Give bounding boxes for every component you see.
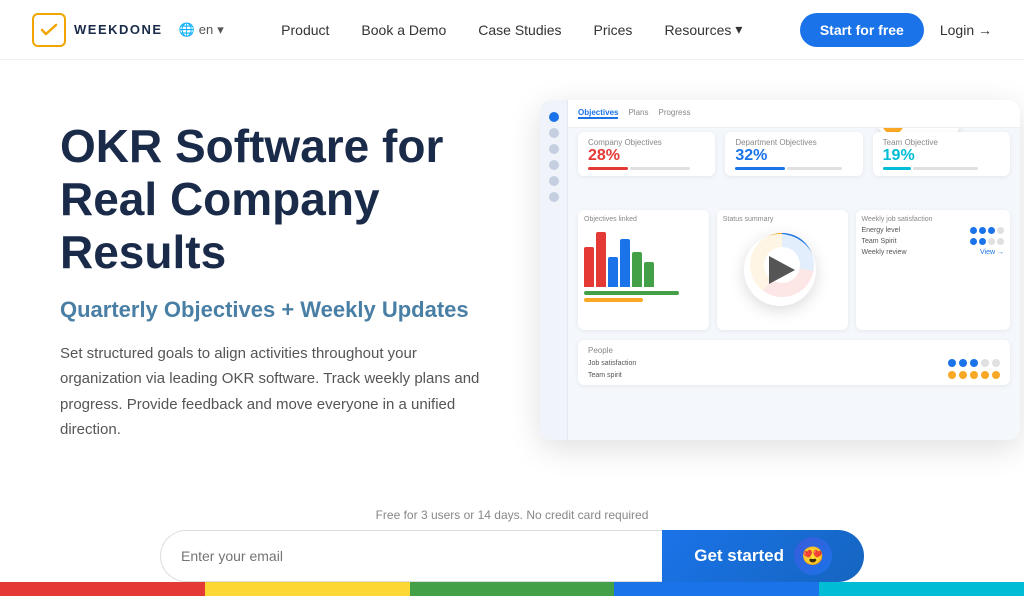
sidebar-dot-2 [549,128,559,138]
navbar: WEEKDONE 🌐 en ▾ Product Book a Demo Case… [0,0,1024,60]
color-cyan [819,582,1024,596]
get-started-label: Get started [694,546,784,566]
sidebar-dot-6 [549,192,559,202]
logo-text: WEEKDONE [74,22,163,37]
dashboard-tabs: Objectives Plans Progress [578,108,691,119]
dashboard-preview: R Rachael Objectives Plans Progress [540,100,1020,440]
nav-right: Start for free Login → [800,13,992,47]
play-icon [769,256,795,284]
nav-product[interactable]: Product [281,22,329,38]
sidebar-dot-3 [549,144,559,154]
email-input[interactable] [160,530,662,582]
globe-icon: 🌐 [179,22,195,38]
hero-left: OKR Software for Real Company Results Qu… [60,110,500,443]
logo-svg [40,21,58,39]
energy-label: Energy level [862,227,901,234]
play-button[interactable] [744,234,816,306]
login-button[interactable]: Login → [940,22,992,38]
resources-chevron-icon: ▾ [735,21,742,38]
cta-bar: Get started 😍 [0,530,1024,582]
metric-dept-label: Department Objectives [735,138,852,147]
people-rows: Job satisfaction Team spi [588,359,1000,379]
status-label: Status summary [723,216,774,223]
people-panel: People Job satisfaction [578,340,1010,385]
logo[interactable]: WEEKDONE [32,13,163,47]
row-team-spirit: Team spirit [588,371,1000,379]
satisfaction-rows: Energy level Team Spirit [862,227,1005,256]
metric-department: Department Objectives 32% [725,132,862,176]
cta-hint: Free for 3 users or 14 days. No credit c… [0,508,1024,522]
nav-left: WEEKDONE 🌐 en ▾ [32,13,224,47]
tab-plans: Plans [628,108,648,119]
tab-objectives: Objectives [578,108,618,119]
nav-links: Product Book a Demo Case Studies Prices … [281,21,742,38]
metric-team-bar [883,167,1000,170]
metric-company-value: 28% [588,147,705,165]
emoji-badge: 😍 [794,537,832,575]
satisfaction-label: Weekly job satisfaction [862,216,1005,223]
energy-dots [970,227,1004,234]
metric-dept-value: 32% [735,147,852,165]
satisfaction-panel: Weekly job satisfaction Energy level [856,210,1011,330]
logo-icon [32,13,66,47]
dashboard-sidebar [540,100,568,440]
objectives-chart [584,227,703,287]
hero-right: R Rachael Objectives Plans Progress [540,110,1020,440]
hero-title: OKR Software for Real Company Results [60,120,500,279]
emoji: 😍 [802,546,824,567]
get-started-button[interactable]: Get started 😍 [662,530,864,582]
tab-progress: Progress [658,108,690,119]
nav-resources[interactable]: Resources ▾ [664,21,742,38]
sidebar-dot-1 [549,112,559,122]
metric-company-label: Company Objectives [588,138,705,147]
row-review: Weekly review View → [862,249,1005,256]
metric-team-label: Team Objective [883,138,1000,147]
progress-bars [584,291,703,302]
color-green [410,582,615,596]
nav-case-studies[interactable]: Case Studies [478,22,561,38]
metric-company: Company Objectives 28% [578,132,715,176]
color-red [0,582,205,596]
people-section: People Job satisfaction [578,340,1010,385]
metric-team-value: 19% [883,147,1000,165]
spirit-label: Team Spirit [862,238,897,245]
dashboard-topbar: Objectives Plans Progress [568,100,1020,128]
sidebar-dot-5 [549,176,559,186]
review-label: Weekly review [862,249,907,256]
chevron-down-icon: ▾ [217,22,224,38]
objectives-label: Objectives linked [584,216,703,223]
language-selector[interactable]: 🌐 en ▾ [179,22,224,38]
start-for-free-button[interactable]: Start for free [800,13,924,47]
cta-section: Free for 3 users or 14 days. No credit c… [0,508,1024,596]
metrics-row: Company Objectives 28% Department Object… [578,132,1010,176]
color-blocks [0,582,1024,596]
objectives-panel: Objectives linked [578,210,709,330]
row-spirit: Team Spirit [862,238,1005,245]
spirit-dots [970,238,1004,245]
metric-team: Team Objective 19% [873,132,1010,176]
row-job-satisfaction: Job satisfaction [588,359,1000,367]
metric-company-bar [588,167,705,170]
lang-label: en [199,22,213,37]
view-link[interactable]: View → [980,249,1004,256]
sidebar-dot-4 [549,160,559,170]
hero-subtitle: Quarterly Objectives + Weekly Updates [60,297,500,323]
color-yellow [205,582,410,596]
hero-section: OKR Software for Real Company Results Qu… [0,60,1024,443]
nav-prices[interactable]: Prices [594,22,633,38]
resources-label: Resources [664,22,731,38]
color-blue [614,582,819,596]
metric-dept-bar [735,167,852,170]
row-energy: Energy level [862,227,1005,234]
people-label: People [588,346,1000,355]
nav-demo[interactable]: Book a Demo [361,22,446,38]
hero-description: Set structured goals to align activities… [60,341,500,443]
